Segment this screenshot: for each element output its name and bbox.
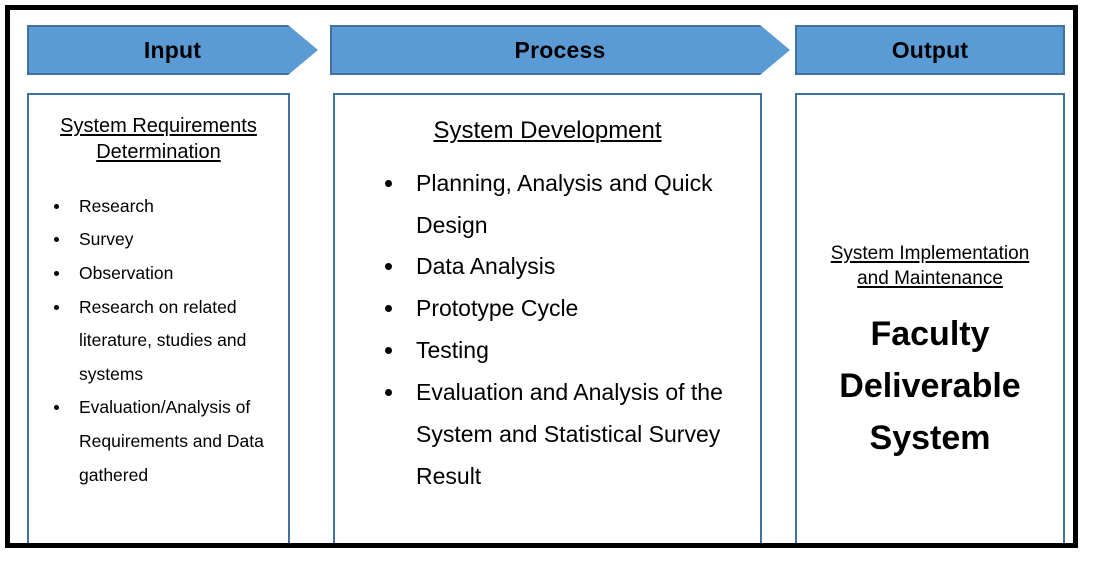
- list-item: Research: [51, 190, 288, 224]
- panel-heading-output-line-1: System Implementation: [830, 243, 1030, 264]
- list-item: Research on related literature, studies …: [51, 291, 288, 392]
- panel-output: System Implementation and Maintenance Fa…: [795, 93, 1065, 545]
- panel-process: System Development Planning, Analysis an…: [333, 93, 762, 545]
- list-item: Survey: [51, 223, 288, 257]
- panel-heading-input: System Requirements Determination: [29, 95, 288, 166]
- panel-input: System Requirements Determination Resear…: [27, 93, 290, 545]
- list-item: Data Analysis: [383, 246, 760, 288]
- output-emphasis-line-3: System: [869, 418, 991, 457]
- panel-heading-process-line-1: System Development: [433, 117, 662, 144]
- output-emphasis-line-1: Faculty: [870, 315, 990, 354]
- header-banner-output[interactable]: Output: [795, 25, 1065, 75]
- header-banner-process[interactable]: Process: [330, 25, 790, 75]
- header-banner-input[interactable]: Input: [27, 25, 318, 75]
- bullet-list-process: Planning, Analysis and Quick Design Data…: [335, 163, 760, 498]
- list-item: Evaluation and Analysis of the System an…: [383, 372, 760, 498]
- panel-heading-process: System Development: [335, 95, 760, 147]
- list-item: Observation: [51, 257, 288, 291]
- panel-heading-output-line-2: and Maintenance: [857, 268, 1003, 290]
- panel-heading-input-line-1: System Requirements: [60, 115, 257, 137]
- list-item: Testing: [383, 330, 760, 372]
- header-label-process: Process: [514, 36, 606, 63]
- output-top-spacer: [797, 95, 1063, 241]
- bullet-list-input: Research Survey Observation Research on …: [29, 190, 288, 492]
- list-item: Prototype Cycle: [383, 288, 760, 330]
- output-emphasis-text: Faculty Deliverable System: [797, 309, 1063, 464]
- ipo-diagram-canvas: Input Process Output System Requirements…: [0, 0, 1094, 575]
- panel-heading-input-line-2: Determination: [96, 141, 221, 164]
- list-item: Planning, Analysis and Quick Design: [383, 163, 760, 247]
- header-label-input: Input: [143, 36, 202, 63]
- panel-heading-output: System Implementation and Maintenance: [797, 241, 1063, 291]
- header-label-output: Output: [891, 36, 969, 63]
- output-emphasis-line-2: Deliverable: [839, 366, 1021, 405]
- list-item: Evaluation/Analysis of Requirements and …: [51, 391, 288, 492]
